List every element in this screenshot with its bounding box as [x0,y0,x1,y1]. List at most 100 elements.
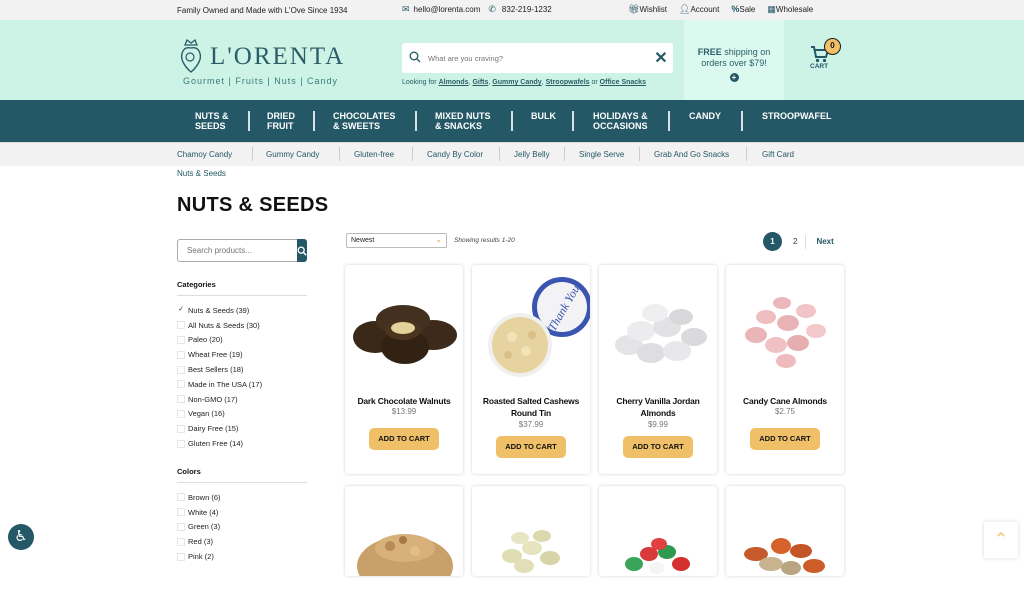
nav-holidays-occasions[interactable]: HOLIDAYS & OCCASIONS [593,111,648,131]
add-to-cart-button[interactable]: ADD TO CART [496,436,566,458]
product-image[interactable] [726,265,844,383]
add-to-cart-button[interactable]: ADD TO CART [369,428,439,450]
clear-search-icon[interactable]: ✕ [649,48,673,68]
product-image[interactable]: Thank You [472,265,590,383]
product-card[interactable] [345,486,463,596]
divider [177,295,307,296]
product-card[interactable]: Dark Chocolate Walnuts $13.99 ADD TO CAR… [345,265,463,474]
checkbox[interactable] [177,321,185,330]
email-link[interactable]: hello@lorenta.com [414,5,481,14]
product-name[interactable]: Roasted Salted Cashews Round Tin [472,395,590,420]
checkbox[interactable] [177,439,185,448]
nav-dried-fruit[interactable]: DRIED FRUIT [267,111,295,131]
category-filter[interactable]: Best Sellers (18) [177,362,262,377]
subnav-gift-card[interactable]: Gift Card [762,150,794,159]
free-shipping-banner[interactable]: FREE shipping on orders over $79! + [684,20,784,100]
nav-candy[interactable]: CANDY [689,111,721,122]
checkbox[interactable] [177,552,185,561]
product-search-input[interactable] [177,239,297,262]
suggestion-office-snacks[interactable]: Office Snacks [600,79,646,86]
account-link[interactable]: 👤︎Account [679,5,719,15]
color-filter[interactable]: Brown (6) [177,490,221,505]
checkbox[interactable] [177,380,185,389]
product-image[interactable] [599,265,717,383]
wholesale-link[interactable]: ▦Wholesale [767,4,813,15]
next-page-link[interactable]: Next [816,237,833,246]
color-filter[interactable]: White (4) [177,505,221,520]
suggestion-almonds[interactable]: Almonds [439,79,469,86]
subnav-grab-and-go-snacks[interactable]: Grab And Go Snacks [654,150,729,159]
checkbox-checked[interactable]: ✓ [177,306,185,314]
plus-circle-icon[interactable]: + [729,73,739,82]
wishlist-link[interactable]: 🎁︎Wishlist [628,5,667,15]
page-1[interactable]: 1 [763,232,782,251]
category-filter[interactable]: All Nuts & Seeds (30) [177,318,262,333]
product-image[interactable] [599,486,717,604]
color-filter[interactable]: Red (3) [177,534,221,549]
product-card[interactable]: Candy Cane Almonds $2.75 ADD TO CART [726,265,844,474]
subnav-chamoy-candy[interactable]: Chamoy Candy [177,150,232,159]
logo[interactable]: L'ORENTA Gourmet | Fruits | Nuts | Candy [178,38,348,88]
subnav-divider [252,147,253,161]
phone-link[interactable]: 832-219-1232 [502,5,552,14]
product-search-button[interactable] [297,239,307,262]
nav-bulk[interactable]: BULK [531,111,556,122]
subnav-divider [339,147,340,161]
category-filter[interactable]: Made in The USA (17) [177,377,262,392]
sort-select[interactable]: Newest ⌄ [346,233,447,248]
product-image[interactable] [472,486,590,604]
checkbox[interactable] [177,493,185,502]
suggestion-stroopwafels[interactable]: Stroopwafels [546,79,590,86]
subnav-candy-by-color[interactable]: Candy By Color [427,150,483,159]
color-filter[interactable]: Green (3) [177,520,221,535]
filter-label: Red (3) [188,537,214,547]
nav-chocolates-sweets[interactable]: CHOCOLATES & SWEETS [333,111,395,131]
boxes-icon: ▦ [767,4,776,14]
product-card[interactable] [599,486,717,576]
subnav-single-serve[interactable]: Single Serve [579,150,624,159]
category-filter[interactable]: Wheat Free (19) [177,347,262,362]
checkbox[interactable] [177,350,185,359]
subnav-gummy-candy[interactable]: Gummy Candy [266,150,319,159]
subnav-gluten-free[interactable]: Gluten-free [354,150,394,159]
checkbox[interactable] [177,335,185,344]
shipping-bold: FREE [697,47,722,57]
product-card[interactable] [726,486,844,576]
cart-button[interactable]: CART 0 [806,38,846,74]
product-image[interactable] [345,265,463,383]
checkbox[interactable] [177,395,185,404]
product-name[interactable]: Cherry Vanilla Jordan Almonds [599,395,717,420]
breadcrumb[interactable]: Nuts & Seeds [177,169,226,178]
product-card[interactable] [472,486,590,576]
nav-stroopwafel[interactable]: STROOPWAFEL [762,111,832,122]
checkbox[interactable] [177,537,185,546]
category-filter[interactable]: ✓ Nuts & Seeds (39) [177,303,262,318]
product-card[interactable]: Thank You Roasted Salted Cashews Round T… [472,265,590,474]
category-filter[interactable]: Paleo (20) [177,333,262,348]
product-card[interactable]: Cherry Vanilla Jordan Almonds $9.99 ADD … [599,265,717,474]
checkbox[interactable] [177,409,185,418]
suggestion-gummy-candy[interactable]: Gummy Candy [492,79,541,86]
add-to-cart-button[interactable]: ADD TO CART [623,436,693,458]
product-image[interactable] [345,486,463,604]
sale-link[interactable]: %Sale [731,5,755,15]
category-filter[interactable]: Dairy Free (15) [177,421,262,436]
checkbox[interactable] [177,508,185,517]
add-to-cart-button[interactable]: ADD TO CART [750,428,820,450]
suggestion-gifts[interactable]: Gifts [472,79,488,86]
product-image[interactable] [726,486,844,604]
category-filter[interactable]: Non-GMO (17) [177,392,262,407]
category-filter[interactable]: Gluten Free (14) [177,436,262,451]
checkbox[interactable] [177,522,185,531]
back-to-top-button[interactable]: ⌃ [984,522,1018,558]
checkbox[interactable] [177,424,185,433]
nav-nuts-seeds[interactable]: NUTS & SEEDS [195,111,229,131]
color-filter[interactable]: Pink (2) [177,549,221,564]
category-filter[interactable]: Vegan (16) [177,407,262,422]
subnav-jelly-belly[interactable]: Jelly Belly [514,150,550,159]
nav-mixed-nuts-snacks[interactable]: MIXED NUTS & SNACKS [435,111,491,131]
page-2[interactable]: 2 [793,237,797,246]
checkbox[interactable] [177,365,185,374]
accessibility-button[interactable]: ♿︎ [8,524,34,550]
site-search-input[interactable] [428,53,649,63]
